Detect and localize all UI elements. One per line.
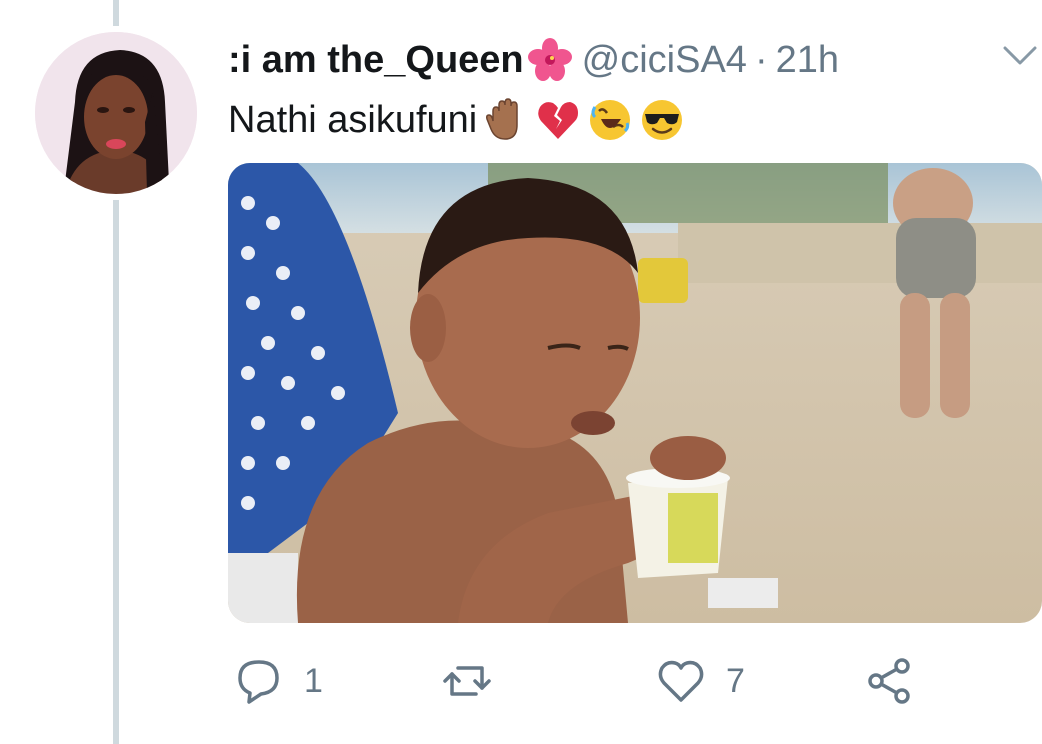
like-icon[interactable] — [656, 656, 706, 706]
tweet-header: :i am the_Queen @ciciSA4 · 21h — [228, 34, 839, 86]
tweet-text-content: Nathi asikufuni — [228, 99, 478, 141]
tweet-actions: 1 7 — [228, 656, 1042, 716]
raised-back-of-hand-icon — [483, 97, 529, 143]
thread-line-top — [113, 0, 119, 26]
broken-heart-icon — [535, 97, 581, 143]
share-icon[interactable] — [864, 656, 914, 706]
like-action[interactable]: 7 — [656, 656, 745, 706]
reply-action[interactable]: 1 — [234, 656, 323, 706]
reply-count: 1 — [304, 661, 323, 700]
display-name[interactable]: :i am the_Queen — [228, 34, 524, 86]
tweet-media-image[interactable] — [228, 163, 1042, 623]
user-handle[interactable]: @ciciSA4 — [582, 34, 747, 86]
like-count: 7 — [726, 661, 745, 700]
reply-icon[interactable] — [234, 656, 284, 706]
separator-dot: · — [754, 39, 768, 81]
beach-photo — [228, 163, 1042, 623]
avatar-image — [35, 32, 197, 194]
thread-line-bottom — [113, 200, 119, 744]
avatar[interactable] — [35, 32, 197, 194]
sunglasses-face-icon — [639, 97, 685, 143]
retweet-action[interactable] — [442, 656, 512, 706]
share-action[interactable] — [864, 656, 914, 706]
tweet: :i am the_Queen @ciciSA4 · 21h Nathi asi… — [0, 0, 1042, 744]
tweet-text: Nathi asikufuni — [228, 94, 685, 146]
chevron-down-icon[interactable] — [1002, 44, 1038, 68]
hibiscus-icon — [527, 38, 572, 82]
timestamp[interactable]: 21h — [776, 34, 839, 86]
retweet-icon[interactable] — [442, 656, 492, 706]
rolling-laughing-icon — [587, 97, 633, 143]
